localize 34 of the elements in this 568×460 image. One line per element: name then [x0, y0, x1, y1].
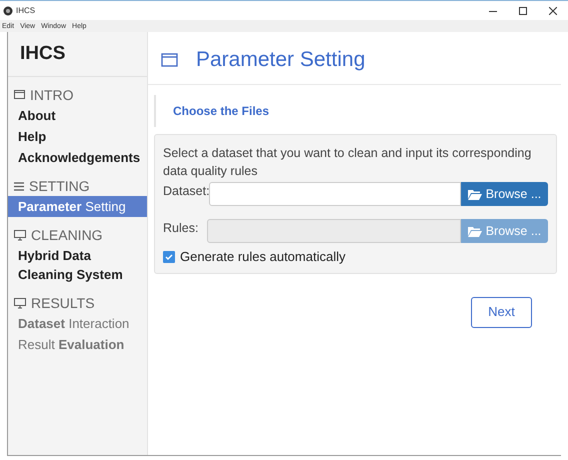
tab[interactable]: Choose the Files — [173, 102, 270, 120]
sidebar-item[interactable]: Acknowledgements — [8, 147, 147, 168]
sidebar-title: IHCS — [20, 42, 66, 66]
maximize-icon[interactable] — [519, 6, 527, 14]
check-icon — [165, 254, 173, 260]
window-title: IHCS — [16, 4, 36, 16]
section-heading: CLEANING — [31, 226, 103, 244]
section-heading: SETTING — [29, 176, 90, 196]
close-icon[interactable] — [549, 6, 557, 14]
browse-button[interactable]: Browse ... — [461, 182, 548, 206]
monitor-icon — [14, 230, 26, 240]
file-field[interactable] — [209, 182, 461, 206]
description: Select a dataset that you want to clean and input its corresponding data quality rules — [163, 145, 532, 180]
field-label: Dataset: — [163, 183, 209, 200]
window-icon — [14, 90, 25, 100]
sidebar-item[interactable]: Dataset Interaction — [8, 313, 147, 334]
list-icon — [14, 182, 24, 190]
sidebar-item[interactable]: About — [8, 105, 147, 126]
checkbox-label: Generate rules automatically — [180, 248, 346, 266]
field-label: Rules: — [163, 220, 200, 237]
page-title: Parameter Setting — [196, 46, 366, 73]
monitor-icon — [14, 298, 26, 308]
sidebar-item[interactable]: Result Evaluation — [8, 334, 147, 355]
folder-icon — [468, 226, 482, 236]
sidebar-item[interactable]: Parameter Setting — [8, 196, 147, 217]
section-heading: INTRO — [30, 86, 74, 104]
folder-icon — [468, 188, 482, 200]
sidebar-item[interactable]: Hybrid Data Cleaning System — [8, 245, 147, 285]
checkbox[interactable] — [163, 250, 175, 263]
app-icon — [3, 6, 13, 16]
section-heading: RESULTS — [31, 294, 95, 312]
next-button[interactable]: Next — [471, 296, 532, 328]
sidebar-item[interactable]: Help — [8, 126, 147, 147]
window-icon — [161, 52, 178, 66]
